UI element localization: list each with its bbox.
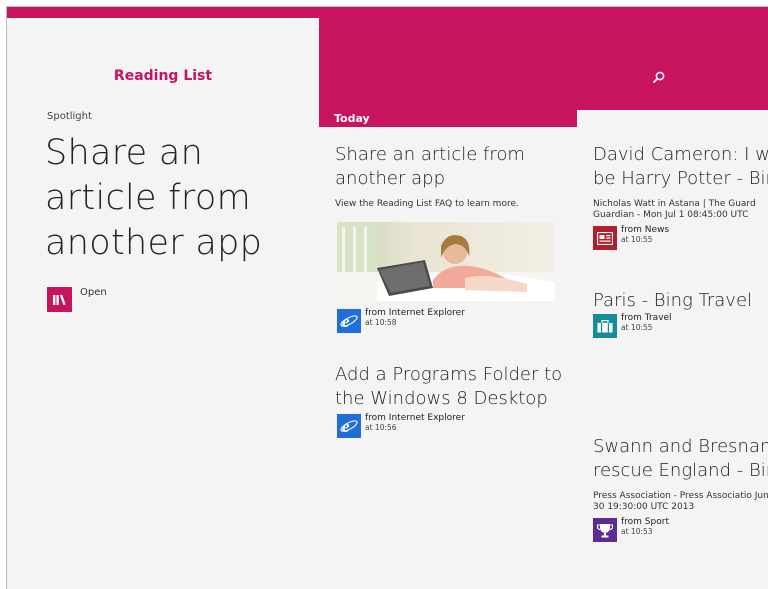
internet-explorer-icon: e — [337, 309, 361, 333]
source-label: from Internet Explorer — [365, 413, 465, 423]
article-source: e from Internet Explorer at 10:58 — [337, 308, 465, 333]
source-time: at 10:55 — [621, 235, 653, 244]
article-description: View the Reading List FAQ to learn more. — [335, 199, 519, 209]
section-header-today: Today — [319, 110, 577, 127]
source-text: from Travel at 10:55 — [621, 313, 672, 333]
article-description: Press Association - Press Associatio Jun… — [593, 491, 768, 512]
source-time: at 10:56 — [365, 423, 397, 432]
header-band — [319, 18, 768, 110]
source-time: at 10:55 — [621, 323, 653, 332]
source-label: from Internet Explorer — [365, 308, 465, 318]
article-source: e from Internet Explorer at 10:56 — [337, 413, 465, 438]
travel-icon — [593, 314, 617, 338]
search-icon[interactable] — [652, 70, 666, 84]
source-text: from Sport at 10:53 — [621, 517, 669, 537]
source-text: from Internet Explorer at 10:58 — [365, 308, 465, 328]
internet-explorer-icon: e — [337, 414, 361, 438]
top-accent-strip — [7, 7, 768, 18]
article-title[interactable]: Paris - Bing Travel — [593, 289, 768, 313]
book-icon — [47, 287, 72, 312]
article-source: from Travel at 10:55 — [593, 313, 672, 338]
app-window: Today Reading List Spotlight Share an ar… — [6, 6, 768, 589]
article-description: Nicholas Watt in Astana | The Guard Guar… — [593, 199, 756, 220]
spotlight-label: Spotlight — [47, 111, 92, 122]
source-label: from Travel — [621, 313, 672, 323]
article-source: from Sport at 10:53 — [593, 517, 669, 542]
article-title[interactable]: David Cameron: I wa be Harry Potter - Bi… — [593, 143, 768, 191]
sport-icon — [593, 518, 617, 542]
open-label: Open — [80, 287, 107, 298]
source-text: from Internet Explorer at 10:56 — [365, 413, 465, 433]
source-time: at 10:58 — [365, 318, 397, 327]
source-label: from News — [621, 225, 670, 235]
source-time: at 10:53 — [621, 527, 653, 536]
source-label: from Sport — [621, 517, 669, 527]
article-title[interactable]: Share an article from another app — [335, 143, 565, 191]
article-title[interactable]: Add a Programs Folder to the Windows 8 D… — [335, 363, 570, 411]
article-thumbnail[interactable] — [337, 222, 555, 301]
source-text: from News at 10:55 — [621, 225, 669, 245]
spotlight-title[interactable]: Share an article from another app — [45, 131, 315, 266]
article-source: from News at 10:55 — [593, 225, 669, 250]
news-icon — [593, 226, 617, 250]
app-title: Reading List — [113, 68, 213, 84]
open-button[interactable]: Open — [47, 287, 107, 312]
article-title[interactable]: Swann and Bresnan rescue England - Bin — [593, 435, 768, 483]
